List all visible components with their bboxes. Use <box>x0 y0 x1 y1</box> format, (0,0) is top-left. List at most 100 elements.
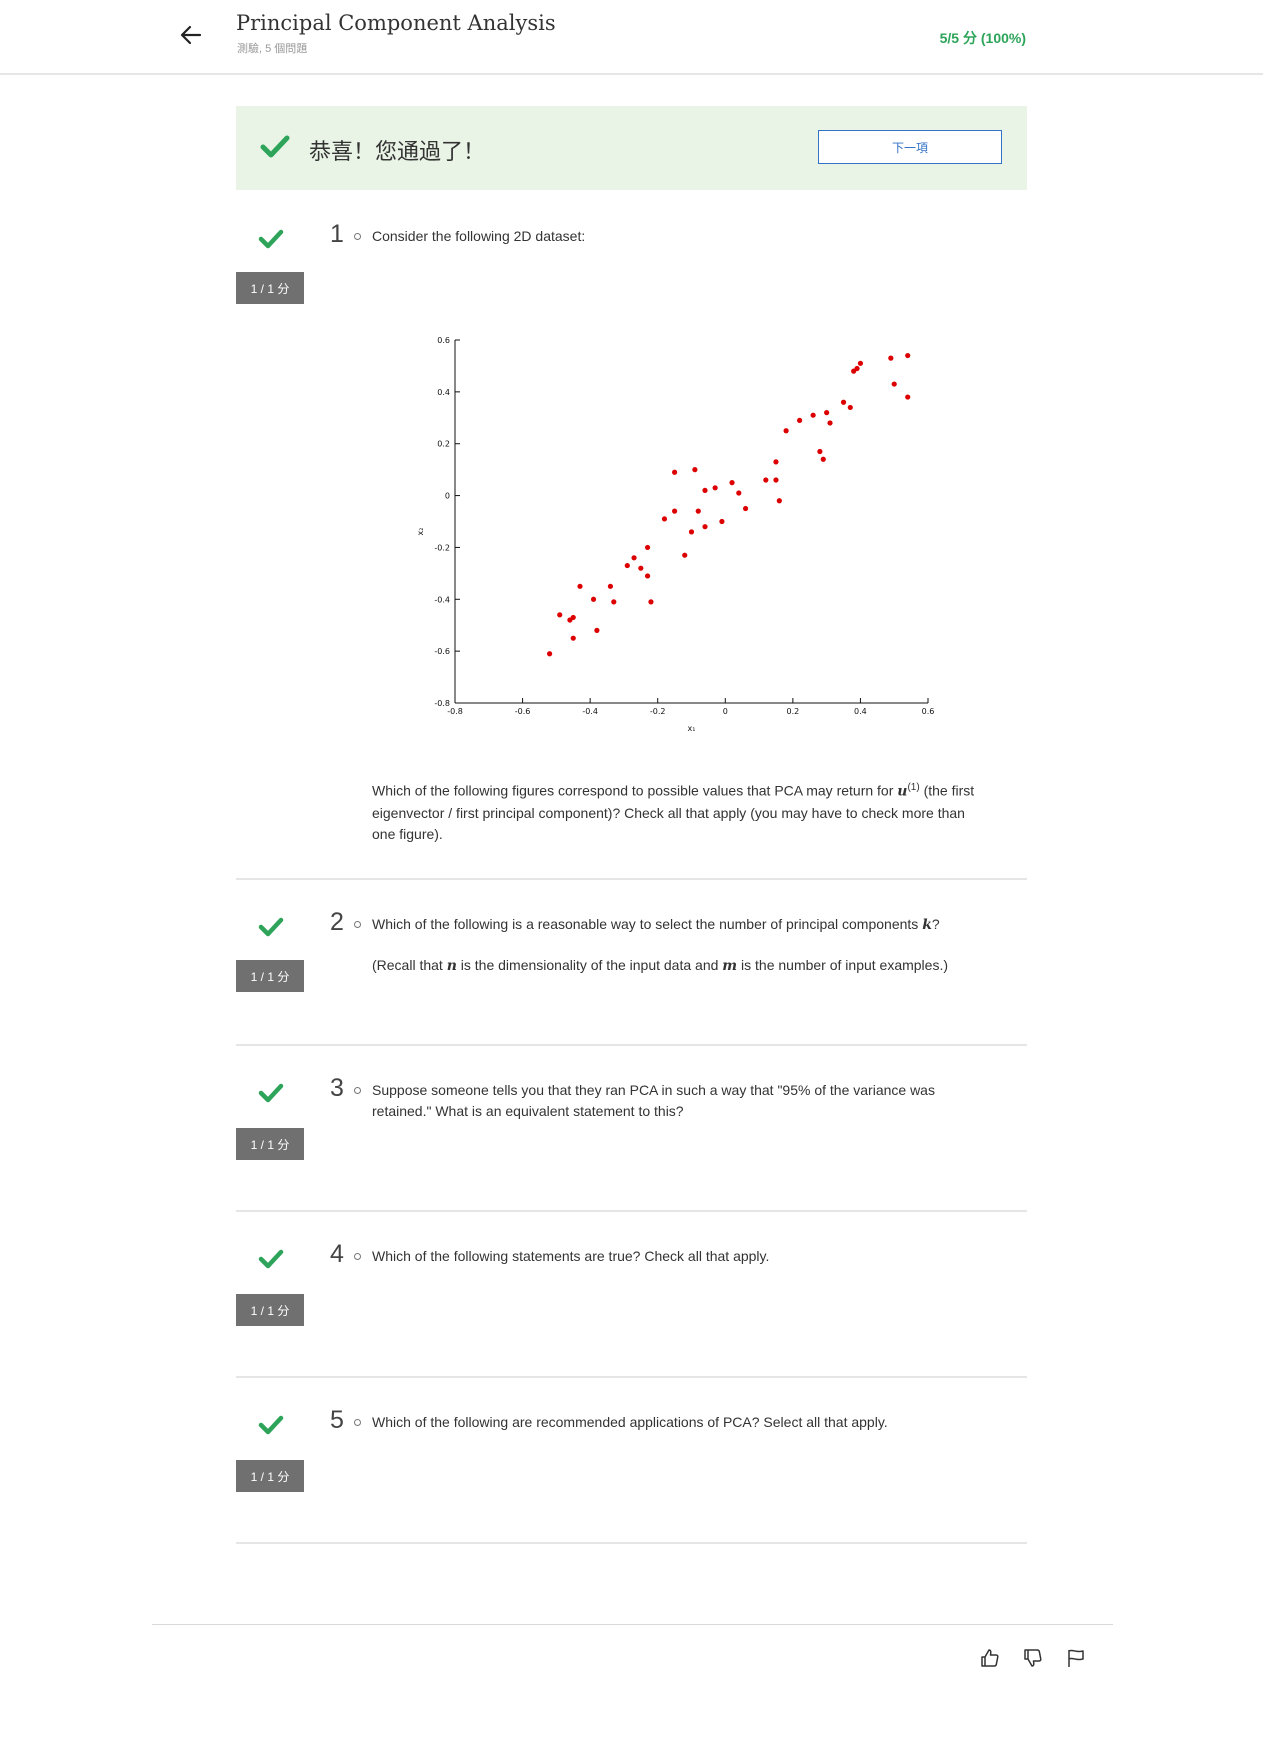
y-tick-label: -0.6 <box>434 647 450 656</box>
data-point <box>577 583 583 589</box>
data-point <box>607 583 614 589</box>
x-axis-label: x₁ <box>688 724 696 733</box>
x-tick-label: -0.6 <box>515 707 531 716</box>
data-point <box>776 498 782 504</box>
data-point <box>638 565 644 571</box>
question-number: 5 <box>330 1406 344 1434</box>
data-point <box>729 480 735 486</box>
data-point <box>611 599 617 605</box>
checkmark-icon <box>258 1249 284 1269</box>
data-point <box>891 381 897 387</box>
quiz-score: 5/5 分 (100%) <box>939 30 1026 46</box>
question-4: 1 / 1 分 4 Which of the following stateme… <box>236 1212 1027 1378</box>
data-point <box>797 417 803 423</box>
y-tick-label: 0.4 <box>437 388 450 397</box>
data-point <box>824 410 830 416</box>
thumbs-up-icon[interactable] <box>979 1647 1001 1669</box>
thumbs-down-icon[interactable] <box>1022 1647 1044 1669</box>
data-point <box>857 360 864 366</box>
data-point <box>644 573 651 579</box>
footer-divider <box>152 1624 1113 1625</box>
y-tick-label: 0.6 <box>437 336 450 345</box>
y-tick-label: 0.2 <box>437 440 450 449</box>
question-text: Which of the following are recommended a… <box>372 1414 888 1430</box>
data-point <box>648 599 654 605</box>
data-point <box>905 394 911 400</box>
data-point <box>854 365 860 372</box>
question-number: 2 <box>330 908 344 936</box>
y-tick-label: -0.4 <box>434 595 450 604</box>
data-point <box>810 412 816 418</box>
next-item-button[interactable]: 下一項 <box>818 130 1002 164</box>
question-5: 1 / 1 分 5 Which of the following are rec… <box>236 1378 1027 1544</box>
question-number: 4 <box>330 1240 344 1268</box>
data-point <box>712 485 718 491</box>
data-point <box>631 555 637 561</box>
y-tick-label: 0 <box>445 492 450 501</box>
y-tick-label: -0.8 <box>434 699 450 708</box>
x-tick-label: -0.4 <box>582 707 598 716</box>
back-arrow-icon[interactable] <box>178 22 204 48</box>
question-dot <box>354 921 361 928</box>
data-point <box>827 420 833 426</box>
data-point <box>742 505 749 512</box>
data-point <box>695 508 701 514</box>
question-text: Which of the following is a reasonable w… <box>372 916 940 933</box>
data-point <box>736 490 742 496</box>
dataset-scatter-plot: -0.8 -0.6 -0.4 -0.2 0 0.2 0.4 0.6 -0.8 -0.6 -0.4 -0… <box>416 336 935 733</box>
data-point <box>783 428 789 434</box>
data-point <box>570 614 576 621</box>
question-3: 1 / 1 分 3 Suppose someone tells you that… <box>236 1046 1027 1212</box>
pass-message: 恭喜！您通過了！ <box>309 139 486 164</box>
data-point <box>624 562 630 569</box>
data-point <box>682 552 688 558</box>
data-point <box>688 529 695 535</box>
data-point <box>702 524 708 530</box>
question-score-badge: 1 / 1 分 <box>236 272 304 304</box>
data-point <box>719 518 725 525</box>
flag-icon[interactable] <box>1065 1647 1087 1669</box>
question-score-badge: 1 / 1 分 <box>236 1460 304 1492</box>
pass-banner: 恭喜！您通過了！ 下一項 <box>236 106 1027 190</box>
x-tick-label: 0.6 <box>922 707 935 716</box>
x-tick-label: 0.4 <box>854 707 867 716</box>
data-point <box>773 459 779 465</box>
page-title: Principal Component Analysis <box>236 11 556 35</box>
question-score-badge: 1 / 1 分 <box>236 960 304 992</box>
data-point <box>840 399 847 405</box>
data-point <box>692 467 698 473</box>
question-score-badge: 1 / 1 分 <box>236 1128 304 1160</box>
y-axis-label: x₂ <box>416 528 425 536</box>
data-point <box>590 596 597 602</box>
data-point <box>672 469 678 475</box>
question-dot <box>354 1253 361 1260</box>
data-point <box>661 516 668 522</box>
checkmark-icon <box>258 1083 284 1103</box>
data-point <box>702 487 708 493</box>
x-tick-label: -0.2 <box>650 707 666 716</box>
question-text: Which of the following statements are tr… <box>372 1248 770 1264</box>
data-point <box>594 627 600 633</box>
data-point <box>547 651 553 657</box>
checkmark-icon <box>260 135 290 158</box>
data-point <box>847 404 853 411</box>
x-tick-label: -0.8 <box>447 707 463 716</box>
data-point <box>672 508 678 514</box>
data-point <box>763 477 769 483</box>
x-tick-label: 0.2 <box>786 707 799 716</box>
x-tick-label: 0 <box>723 707 728 716</box>
checkmark-icon <box>258 1415 284 1435</box>
question-text: Consider the following 2D dataset: <box>372 228 586 244</box>
data-point <box>888 355 894 361</box>
data-point <box>817 448 823 455</box>
question-text: Suppose someone tells you that they ran … <box>372 1082 935 1119</box>
quiz-subtitle: 測驗, 5 個問題 <box>237 43 308 55</box>
question-divider <box>236 1542 1027 1544</box>
question-number: 1 <box>330 220 344 248</box>
question-followup: Which of the following figures correspon… <box>372 782 975 842</box>
question-2: 1 / 1 分 2 Which of the following is a re… <box>236 880 1027 1046</box>
checkmark-icon <box>258 229 284 249</box>
question-dot <box>354 233 361 240</box>
data-point <box>570 635 576 641</box>
data-point <box>773 477 779 483</box>
